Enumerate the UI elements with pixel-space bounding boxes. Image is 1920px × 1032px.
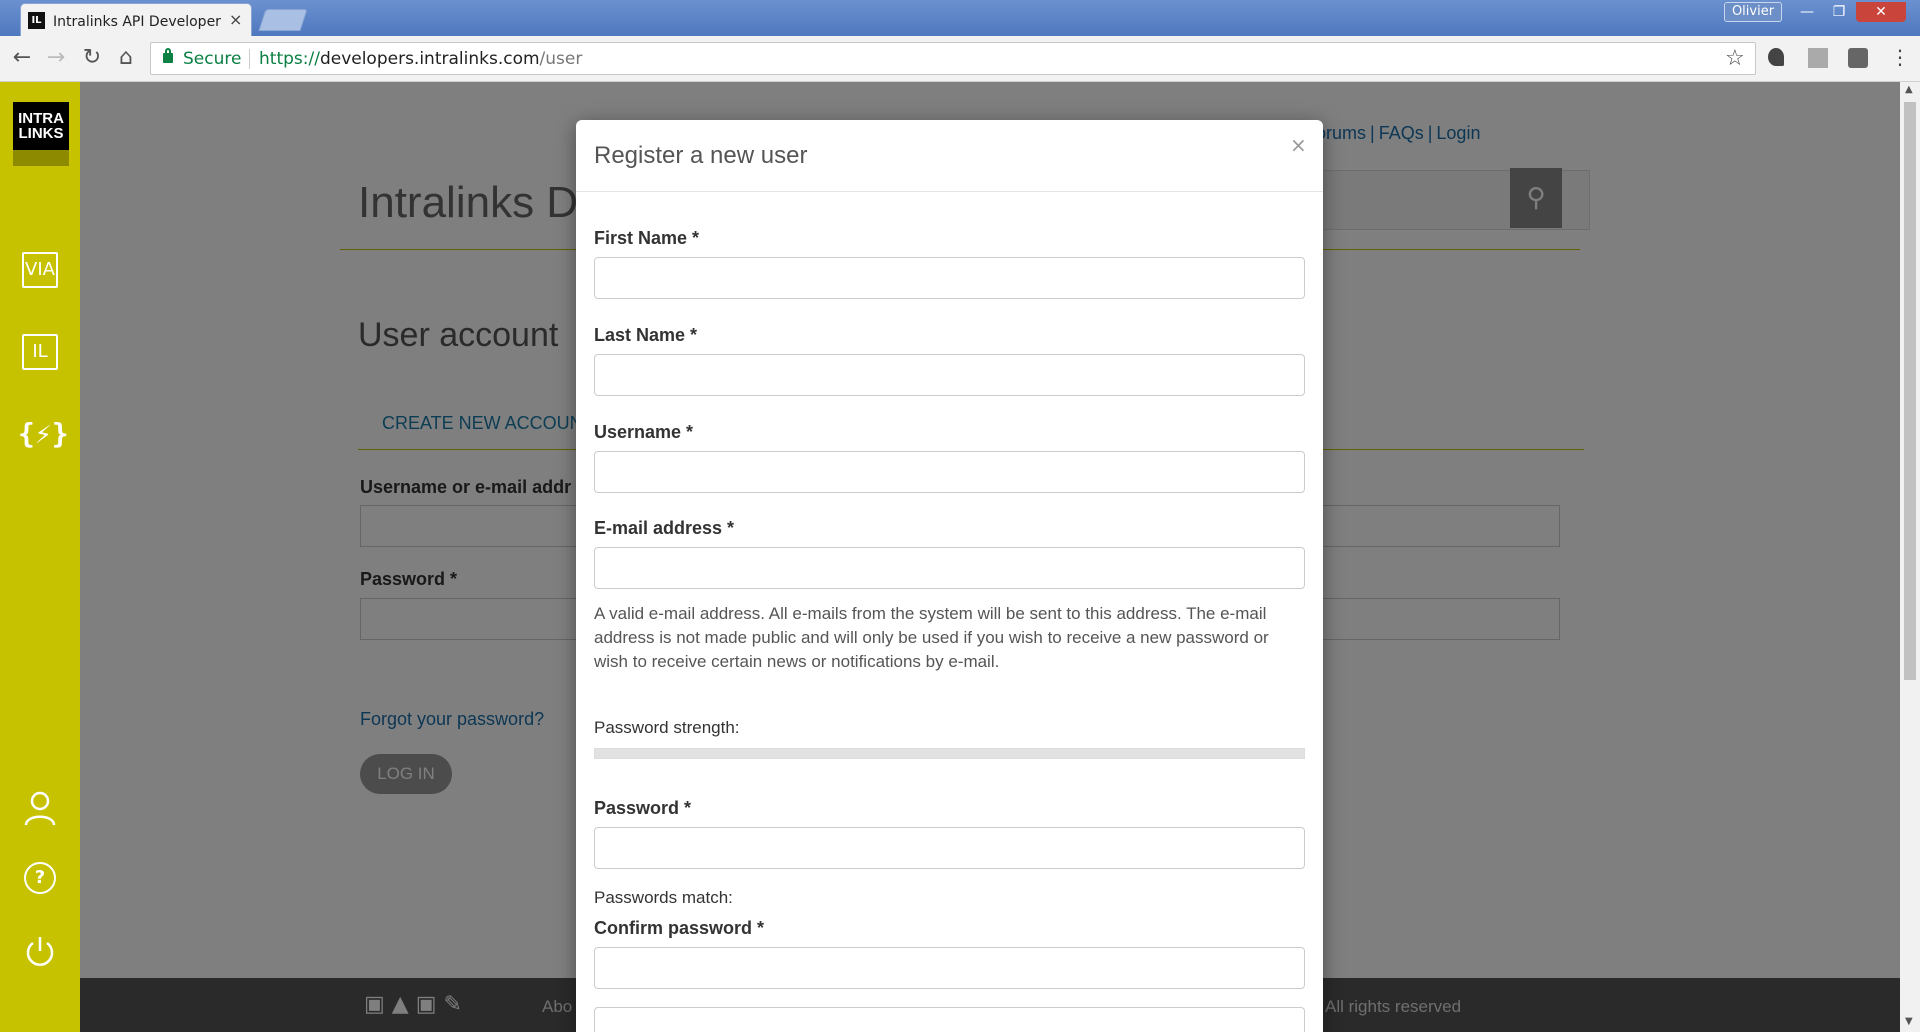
- pdf-extension-icon[interactable]: [1808, 48, 1828, 68]
- secure-label: Secure: [183, 49, 242, 69]
- forward-icon[interactable]: →: [42, 44, 70, 72]
- last-name-label: Last Name *: [594, 325, 698, 345]
- url-text[interactable]: https://developers.intralinks.com/user: [259, 49, 582, 69]
- sidebar-item-il[interactable]: IL: [18, 334, 62, 378]
- username-label: Username *: [594, 422, 694, 442]
- email-help-text: A valid e-mail address. All e-mails from…: [594, 604, 1269, 671]
- tab-close-icon[interactable]: ×: [229, 11, 242, 29]
- address-bar[interactable]: Secure https://developers.intralinks.com…: [150, 42, 1756, 75]
- password-strength-bar: [594, 748, 1305, 759]
- sidebar-item-user[interactable]: [18, 790, 62, 834]
- browser-tab[interactable]: IL Intralinks API Developer Portal ×: [20, 3, 252, 36]
- register-modal: Register a new user × First Name * Last …: [576, 120, 1323, 1032]
- home-icon[interactable]: ⌂: [112, 44, 140, 72]
- logo-accent: [13, 150, 69, 166]
- app-sidebar: INTRA LINKS VIA IL {⚡} ?: [0, 82, 80, 1032]
- logo-line-2: LINKS: [18, 125, 64, 142]
- window-close-icon[interactable]: ✕: [1856, 2, 1906, 22]
- user-icon: [24, 791, 56, 826]
- reload-icon[interactable]: ↻: [78, 44, 106, 72]
- minimize-icon[interactable]: —: [1790, 2, 1824, 22]
- page-scrollbar[interactable]: ▲ ▼: [1900, 82, 1920, 1032]
- back-icon[interactable]: ←: [8, 44, 36, 72]
- profile-badge[interactable]: Olivier: [1724, 2, 1782, 22]
- star-icon[interactable]: ☆: [1725, 46, 1745, 72]
- last-name-field[interactable]: [594, 354, 1305, 396]
- password-strength-label: Password strength:: [594, 718, 740, 737]
- tab-favicon-icon: IL: [28, 12, 45, 29]
- scroll-up-icon[interactable]: ▲: [1905, 84, 1913, 96]
- browser-toolbar: ← → ↻ ⌂ Secure https://developers.intral…: [0, 36, 1920, 82]
- email-field[interactable]: [594, 547, 1305, 589]
- tab-title: Intralinks API Developer Portal: [53, 14, 221, 30]
- evernote-extension-icon[interactable]: [1768, 48, 1784, 66]
- maximize-icon[interactable]: ❐: [1824, 2, 1854, 22]
- sidebar-item-api[interactable]: {⚡}: [18, 414, 69, 458]
- lock-icon: [163, 48, 173, 63]
- username-field[interactable]: [594, 451, 1305, 493]
- close-icon[interactable]: ×: [1290, 132, 1307, 158]
- sidebar-item-via[interactable]: VIA: [18, 252, 62, 296]
- page-viewport: INTRA LINKS VIA IL {⚡} ? Register a new …: [0, 82, 1920, 1032]
- sidebar-item-help[interactable]: ?: [18, 862, 62, 906]
- password-label: Password *: [594, 798, 692, 818]
- il-icon: IL: [22, 334, 58, 370]
- password-field[interactable]: [594, 827, 1305, 869]
- logo-line-1: INTRA: [18, 110, 64, 127]
- modal-title: Register a new user: [594, 142, 808, 169]
- help-icon: ?: [24, 862, 56, 894]
- sidebar-item-logout[interactable]: [18, 934, 62, 978]
- next-field[interactable]: [594, 1007, 1305, 1032]
- confirm-password-field[interactable]: [594, 947, 1305, 989]
- url-host: developers.intralinks.com: [319, 49, 540, 69]
- scrollbar-thumb[interactable]: [1904, 102, 1916, 680]
- extension-icon[interactable]: [1848, 48, 1868, 68]
- first-name-field[interactable]: [594, 257, 1305, 299]
- url-scheme: https://: [259, 49, 320, 69]
- power-icon: [26, 937, 54, 966]
- via-icon: VIA: [22, 252, 58, 288]
- intralinks-logo[interactable]: INTRA LINKS: [13, 102, 69, 150]
- new-tab-button[interactable]: [258, 9, 308, 31]
- passwords-match-label: Passwords match:: [594, 888, 733, 907]
- api-icon: {⚡}: [18, 417, 69, 450]
- address-separator: [249, 49, 250, 69]
- url-path: /user: [539, 49, 583, 69]
- browser-titlebar: IL Intralinks API Developer Portal × Oli…: [0, 0, 1920, 36]
- menu-icon[interactable]: ⋮: [1890, 44, 1910, 70]
- email-label: E-mail address *: [594, 518, 735, 538]
- modal-header: Register a new user ×: [576, 120, 1323, 192]
- first-name-label: First Name *: [594, 228, 700, 248]
- scroll-down-icon[interactable]: ▼: [1905, 1016, 1913, 1028]
- confirm-password-label: Confirm password *: [594, 918, 765, 938]
